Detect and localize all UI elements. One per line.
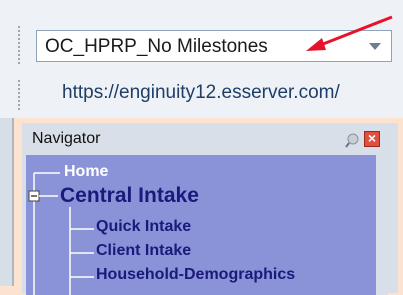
tree-item-quick-intake[interactable]: Quick Intake (96, 218, 191, 236)
close-icon[interactable]: × (364, 131, 380, 147)
tree-item-household-demographics[interactable]: Household-Demographics (96, 266, 295, 284)
arrow-shaft (317, 15, 393, 48)
tree-item-home[interactable]: Home (64, 163, 108, 181)
navigator-tree: Home Central Intake Quick Intake Client … (26, 155, 376, 295)
navigator-header: Navigator × (26, 128, 384, 152)
arrow-head (306, 38, 326, 51)
tree-item-client-intake[interactable]: Client Intake (96, 242, 191, 260)
pin-icon[interactable] (344, 132, 360, 148)
tree-item-central-intake[interactable]: Central Intake (60, 184, 199, 208)
navigator-title: Navigator (32, 130, 101, 147)
annotation-arrow (306, 15, 393, 51)
navigator-right-edge (376, 155, 388, 295)
